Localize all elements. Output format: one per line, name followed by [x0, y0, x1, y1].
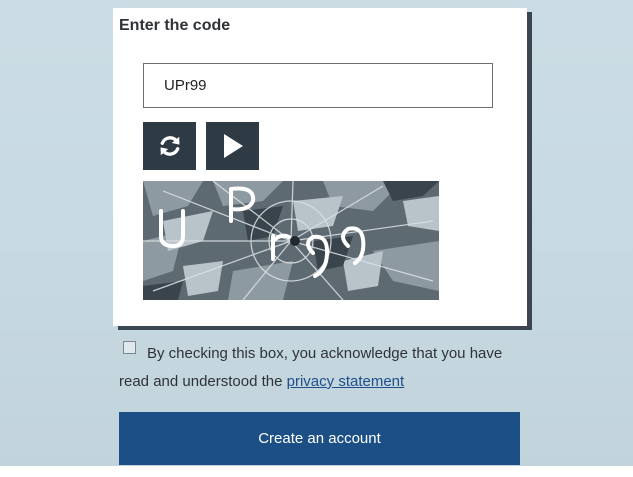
privacy-consent-text: By checking this box, you acknowledge th… — [119, 340, 519, 396]
play-audio-icon — [223, 134, 243, 158]
captcha-title: Enter the code — [119, 17, 231, 34]
captcha-code-input[interactable] — [143, 63, 493, 108]
refresh-captcha-button[interactable] — [143, 122, 196, 170]
page-bottom-strip — [0, 466, 633, 477]
create-account-button[interactable]: Create an account — [119, 412, 520, 465]
create-account-label: Create an account — [258, 430, 381, 447]
play-audio-captcha-button[interactable] — [206, 122, 259, 170]
refresh-icon — [160, 136, 179, 156]
captcha-image — [143, 181, 439, 300]
privacy-statement-link[interactable]: privacy statement — [287, 373, 405, 390]
